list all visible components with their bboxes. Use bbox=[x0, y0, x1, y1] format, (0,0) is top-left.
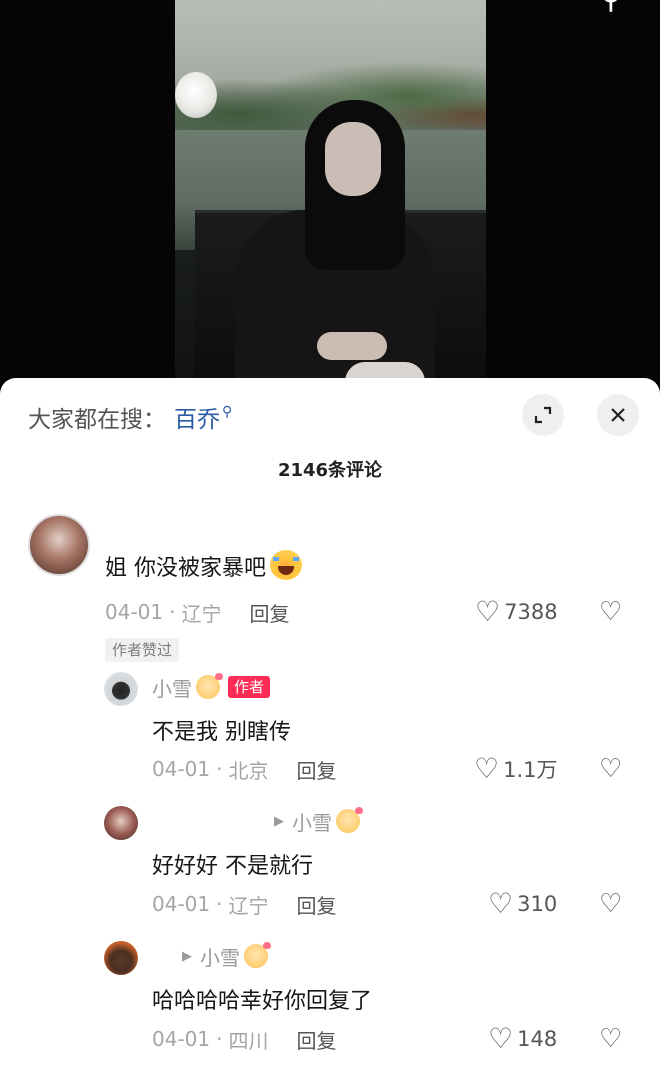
reply-user-row: ▶ 小雪 bbox=[274, 807, 363, 836]
person-figure bbox=[225, 100, 435, 390]
author-liked-badge: 作者赞过 bbox=[105, 638, 180, 662]
like-button[interactable]: ♡ 148 bbox=[488, 1025, 557, 1053]
separator: · bbox=[216, 757, 223, 781]
broken-heart-icon: ♡ bbox=[599, 597, 623, 627]
avatar[interactable] bbox=[104, 672, 138, 706]
reply-arrow-icon: ▶ bbox=[182, 948, 192, 964]
comment-location: 辽宁 bbox=[181, 601, 222, 626]
heart-icon: ♡ bbox=[475, 595, 501, 628]
loudly-crying-face-emoji bbox=[270, 550, 302, 580]
dislike-button[interactable]: ♡ bbox=[599, 1025, 622, 1053]
smiling-face-hearts-emoji bbox=[336, 807, 363, 833]
dislike-button[interactable]: ♡ bbox=[599, 598, 622, 626]
reply-button[interactable]: 回复 bbox=[249, 598, 289, 627]
expand-button[interactable] bbox=[522, 394, 564, 436]
video-player[interactable]: ⚲ bbox=[0, 0, 660, 400]
like-count: 148 bbox=[517, 1027, 558, 1051]
smiling-face-hearts-emoji bbox=[244, 942, 271, 968]
like-count: 1.1万 bbox=[503, 758, 558, 782]
avatar[interactable] bbox=[28, 514, 90, 576]
heart-icon: ♡ bbox=[488, 1022, 514, 1055]
broken-heart-icon: ♡ bbox=[599, 1024, 623, 1054]
heart-icon: ♡ bbox=[474, 752, 500, 785]
reply-meta: 04-01 · 辽宁 回复 bbox=[152, 890, 336, 918]
suggested-search[interactable]: 大家都在搜： 百乔 ⚲ bbox=[28, 400, 232, 434]
like-button[interactable]: ♡ 310 bbox=[488, 890, 557, 918]
reply-meta: 04-01 · 四川 回复 bbox=[152, 1025, 336, 1053]
close-icon bbox=[611, 408, 625, 422]
reply-date: 04-01 bbox=[152, 757, 211, 781]
suggested-search-label: 大家都在搜： bbox=[28, 407, 166, 433]
comment-sheet: 大家都在搜： 百乔 ⚲ 2146条评论 姐 你没被家暴吧 04-01 · 辽宁 … bbox=[0, 378, 660, 1074]
broken-heart-icon: ♡ bbox=[599, 889, 623, 919]
username[interactable]: 小雪 bbox=[152, 673, 192, 702]
author-badge: 作者 bbox=[228, 676, 271, 698]
dislike-button[interactable]: ♡ bbox=[599, 890, 622, 918]
search-icon[interactable]: ⚲ bbox=[600, 0, 640, 14]
reply-text: 哈哈哈哈幸好你回复了 bbox=[152, 989, 373, 1014]
heart-icon: ♡ bbox=[488, 887, 514, 920]
comment-text: 姐 你没被家暴吧 bbox=[105, 550, 302, 582]
reply-button[interactable]: 回复 bbox=[296, 1025, 336, 1054]
separator: · bbox=[216, 892, 223, 916]
reply-button[interactable]: 回复 bbox=[296, 890, 336, 919]
separator: · bbox=[216, 1027, 223, 1051]
comment-date: 04-01 bbox=[105, 600, 164, 624]
reply-date: 04-01 bbox=[152, 1027, 211, 1051]
smiling-face-hearts-emoji bbox=[196, 673, 223, 699]
reply-location: 四川 bbox=[228, 1028, 269, 1053]
like-button[interactable]: ♡ 7388 bbox=[475, 598, 558, 626]
reply-location: 北京 bbox=[228, 758, 269, 783]
broken-heart-icon: ♡ bbox=[599, 754, 623, 784]
round-lamp bbox=[175, 72, 217, 118]
reply-user-row: ▶ 小雪 bbox=[182, 942, 271, 971]
reply-location: 辽宁 bbox=[228, 893, 269, 918]
suggested-search-keyword[interactable]: 百乔 bbox=[174, 400, 220, 434]
reply-user-row: 小雪 作者 bbox=[152, 673, 271, 702]
reply-to-username[interactable]: 小雪 bbox=[292, 807, 332, 836]
reply-meta: 04-01 · 北京 回复 bbox=[152, 755, 336, 783]
video-frame bbox=[175, 0, 486, 390]
comment-meta: 04-01 · 辽宁 回复 bbox=[105, 598, 289, 626]
like-button[interactable]: ♡ 1.1万 bbox=[474, 755, 558, 783]
like-count: 7388 bbox=[504, 600, 558, 624]
reply-button[interactable]: 回复 bbox=[296, 755, 336, 784]
dislike-button[interactable]: ♡ bbox=[599, 755, 622, 783]
reply-to-username[interactable]: 小雪 bbox=[200, 942, 240, 971]
avatar[interactable] bbox=[104, 941, 138, 975]
like-count: 310 bbox=[517, 892, 558, 916]
reply-text: 不是我 别瞎传 bbox=[152, 720, 291, 745]
reply-date: 04-01 bbox=[152, 892, 211, 916]
search-icon: ⚲ bbox=[222, 404, 233, 420]
reply-arrow-icon: ▶ bbox=[274, 813, 284, 829]
reply-text: 好好好 不是就行 bbox=[152, 854, 313, 879]
close-button[interactable] bbox=[597, 394, 639, 436]
avatar[interactable] bbox=[104, 806, 138, 840]
expand-icon bbox=[534, 406, 552, 424]
comment-count: 2146条评论 bbox=[277, 460, 383, 481]
separator: · bbox=[169, 600, 176, 624]
